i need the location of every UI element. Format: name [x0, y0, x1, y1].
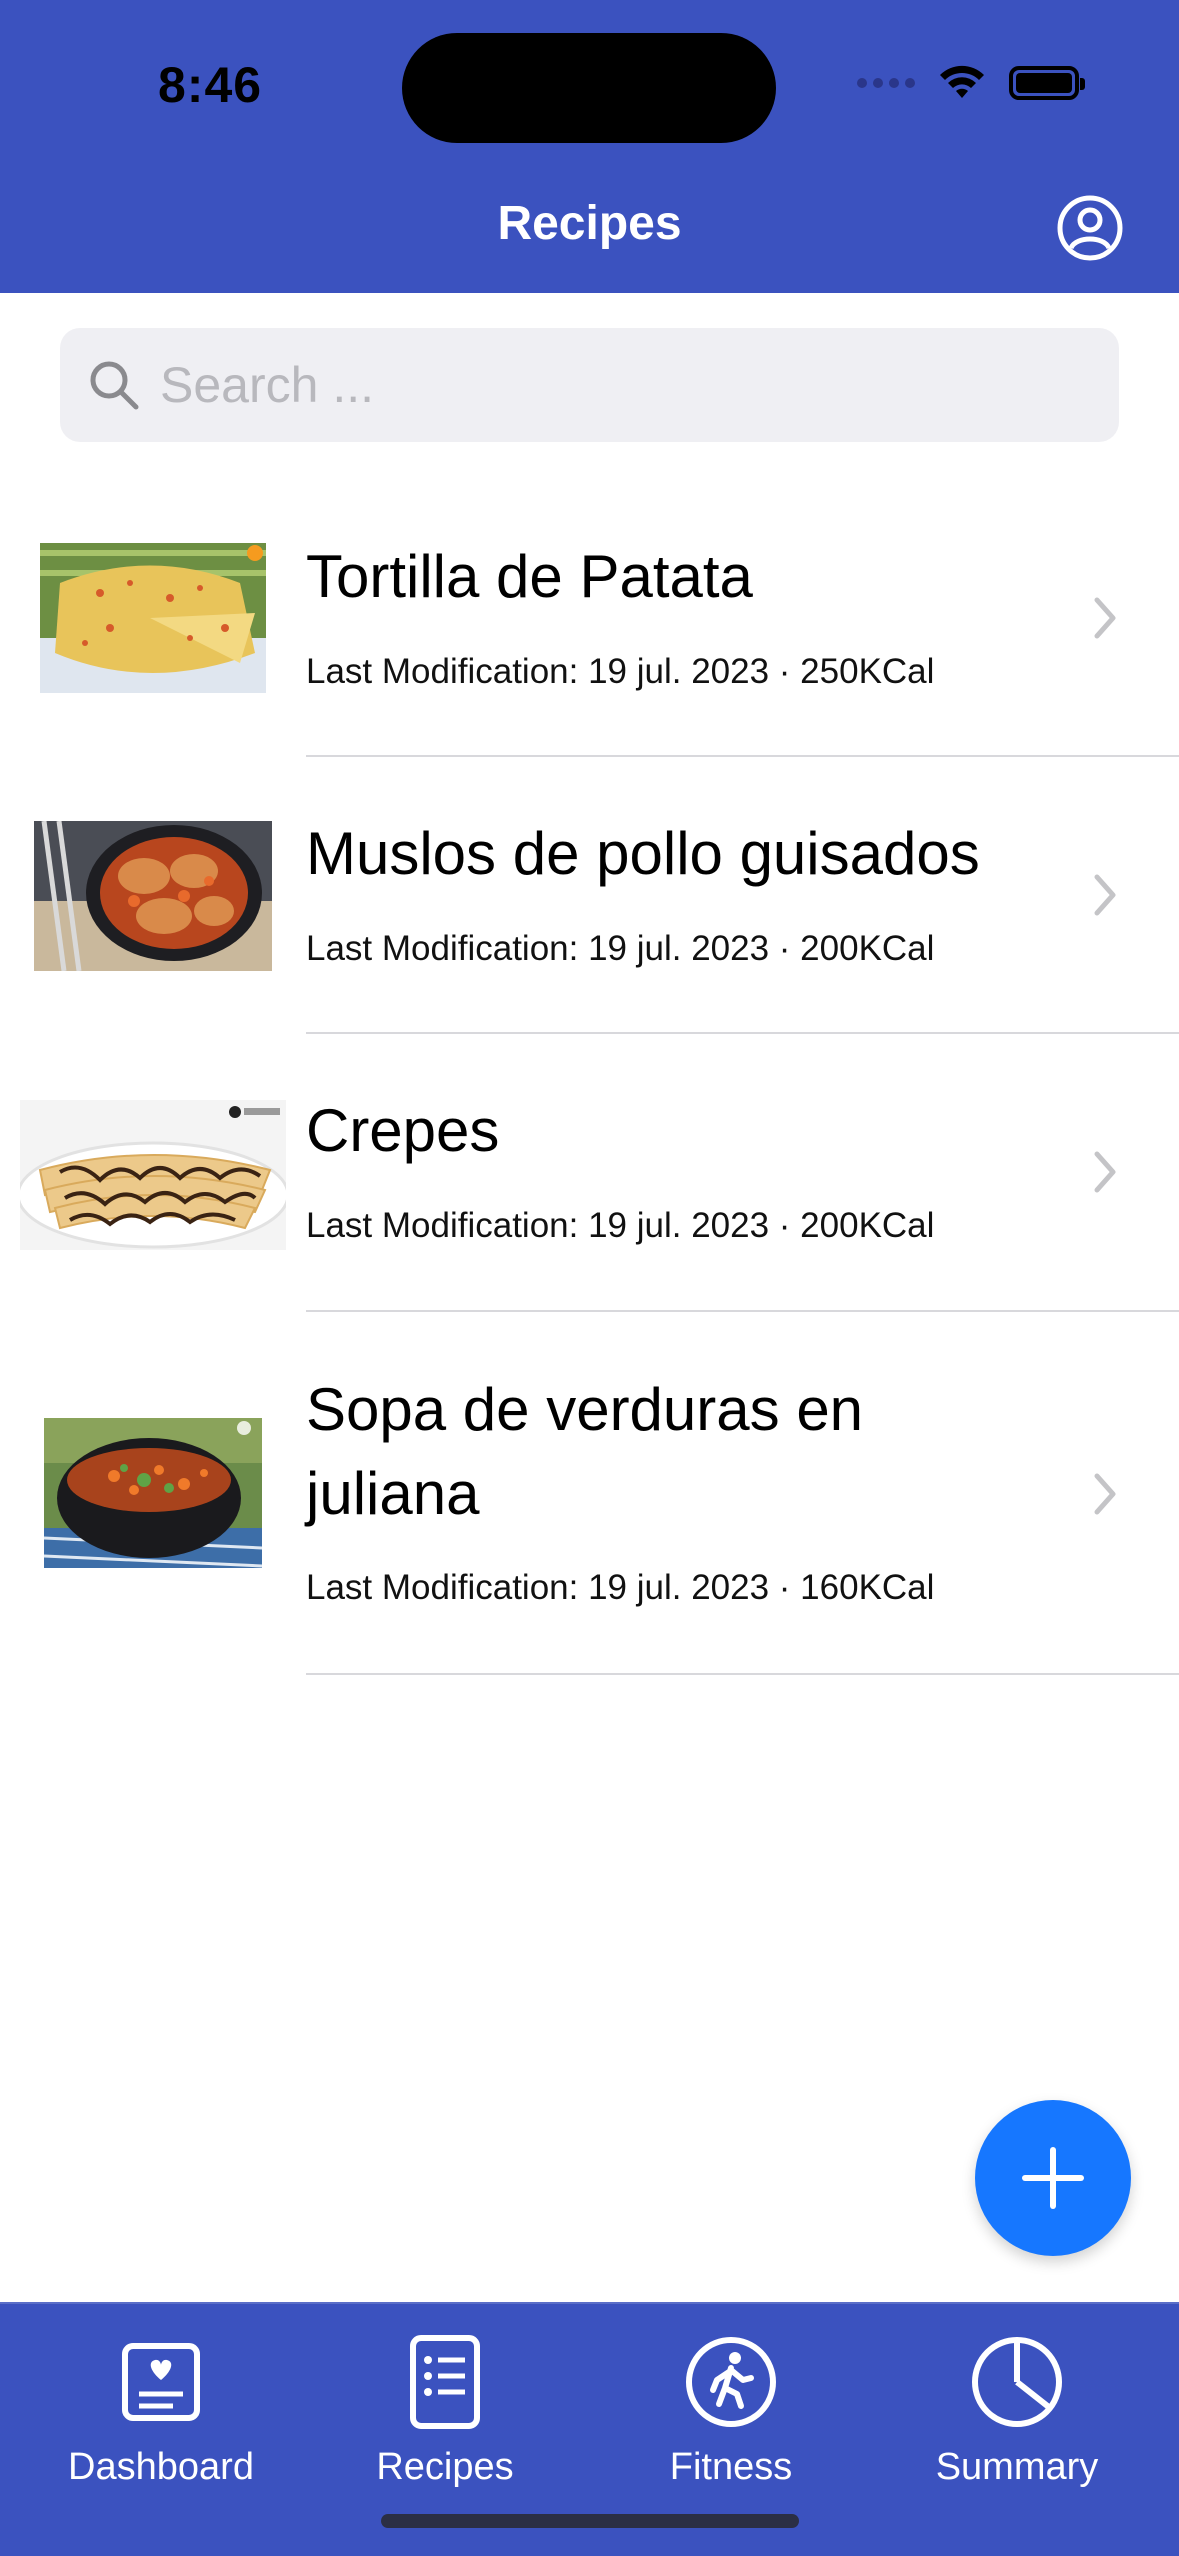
search-bar[interactable]: [60, 328, 1119, 442]
tab-label: Summary: [935, 2446, 1099, 2488]
chevron-right-icon: [1094, 597, 1116, 639]
search-input[interactable]: [160, 356, 1060, 414]
recipe-title: Crepes: [306, 1097, 500, 1164]
plus-icon: [1022, 2147, 1084, 2209]
dynamic-island: [402, 33, 776, 143]
add-recipe-button[interactable]: [975, 2100, 1131, 2256]
battery-icon: [1009, 66, 1085, 100]
recipes-screen: 8:46 Recipes Search ... Tortilla de Pata…: [0, 0, 1179, 2556]
recipe-row[interactable]: Crepes Last Modification: 19 jul. 2023 ·…: [0, 1034, 1179, 1311]
recipe-image: [40, 543, 266, 693]
recipe-row[interactable]: Tortilla de Patata Last Modification: 19…: [0, 480, 1179, 756]
tab-recipes[interactable]: Recipes: [300, 2332, 590, 2489]
tab-summary[interactable]: Summary: [872, 2332, 1162, 2489]
header: 8:46 Recipes: [0, 0, 1179, 293]
recipe-row[interactable]: Sopa de verduras en juliana Last Modific…: [0, 1312, 1179, 1674]
recipe-row[interactable]: Muslos de pollo guisados Last Modificati…: [0, 757, 1179, 1033]
recipe-title: Sopa de verduras en juliana: [306, 1376, 864, 1527]
recipe-subtitle: Last Modification: 19 jul. 2023 · 200KCa…: [306, 929, 935, 968]
figure-walk-icon: [686, 2337, 776, 2427]
tab-label: Fitness: [669, 2446, 793, 2488]
recipe-subtitle: Last Modification: 19 jul. 2023 · 160KCa…: [306, 1568, 935, 1607]
page-title: Recipes: [497, 197, 682, 250]
search-icon: [90, 361, 139, 410]
tab-dashboard[interactable]: Dashboard: [16, 2332, 306, 2489]
wifi-icon: [940, 65, 984, 98]
row-divider: [306, 1673, 1179, 1675]
recipe-subtitle: Last Modification: 19 jul. 2023 · 200KCa…: [306, 1206, 935, 1245]
recipe-subtitle: Last Modification: 19 jul. 2023 · 250KCa…: [306, 652, 935, 691]
recipe-image: [44, 1418, 262, 1568]
cellular-signal-icon: [857, 78, 915, 88]
recipe-image: [34, 821, 272, 971]
chevron-right-icon: [1094, 874, 1116, 916]
chevron-right-icon: [1094, 1473, 1116, 1515]
recipe-image: [20, 1100, 286, 1250]
dashboard-card-icon: [122, 2343, 200, 2421]
recipe-title: Muslos de pollo guisados: [306, 820, 980, 887]
account-icon[interactable]: [1056, 194, 1124, 262]
tab-label: Recipes: [376, 2446, 514, 2488]
tab-fitness[interactable]: Fitness: [586, 2332, 876, 2489]
status-time: 8:46: [158, 57, 263, 113]
status-indicators: [857, 64, 1085, 102]
recipe-title: Tortilla de Patata: [306, 543, 753, 610]
tab-label: Dashboard: [68, 2446, 254, 2488]
pie-chart-icon: [972, 2337, 1062, 2427]
list-document-icon: [410, 2335, 480, 2429]
chevron-right-icon: [1094, 1151, 1116, 1193]
home-indicator[interactable]: [381, 2514, 799, 2528]
